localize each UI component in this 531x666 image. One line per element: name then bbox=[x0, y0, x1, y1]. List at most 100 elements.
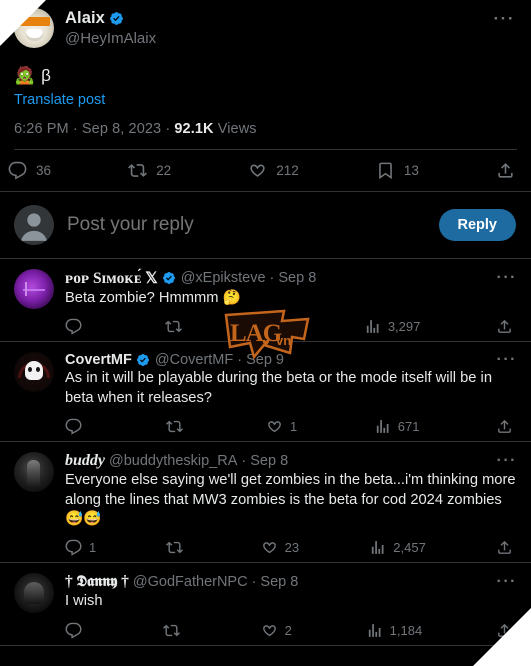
repost-action[interactable] bbox=[162, 622, 187, 639]
divider bbox=[0, 644, 531, 646]
reply-author-handle[interactable]: @xEpiksteve bbox=[181, 270, 266, 286]
reply-action[interactable] bbox=[65, 318, 89, 335]
like-icon bbox=[261, 539, 278, 556]
reply-author-name[interactable]: buddy bbox=[65, 452, 105, 470]
repost-icon bbox=[166, 539, 184, 556]
reply-author-handle[interactable]: @buddytheskip_RA bbox=[109, 453, 237, 469]
verified-badge-icon bbox=[162, 271, 177, 286]
reply-icon bbox=[65, 622, 82, 639]
views-count: 3,297 bbox=[387, 319, 421, 335]
views-action[interactable]: 671 bbox=[374, 418, 420, 435]
bookmark-action[interactable]: 13 bbox=[376, 161, 419, 180]
share-action[interactable] bbox=[496, 161, 515, 180]
reply-text: As in it will be playable during the bet… bbox=[65, 370, 492, 406]
reply-icon bbox=[65, 539, 82, 556]
separator: · bbox=[237, 352, 243, 369]
repost-action[interactable] bbox=[164, 318, 189, 335]
author-handle: @HeyImAlaix bbox=[65, 29, 157, 47]
views-count: 2,457 bbox=[393, 540, 426, 556]
separator: · bbox=[241, 453, 247, 470]
like-icon bbox=[261, 622, 278, 639]
views-icon bbox=[366, 622, 383, 639]
reply-action[interactable]: 1 bbox=[65, 539, 96, 556]
share-action[interactable] bbox=[496, 418, 513, 435]
reply-date[interactable]: Sep 8 bbox=[250, 453, 288, 469]
post-author-row: Alaix @HeyImAlaix ··· bbox=[14, 8, 517, 48]
reply-item[interactable]: ᴘᴏᴘ Sɪᴍᴏᴋᴇ́ 𝕏 @xEpiksteve · Sep 8 ··· Beta zo… bbox=[0, 259, 531, 341]
repost-count: 22 bbox=[156, 162, 172, 178]
views-icon bbox=[364, 318, 381, 335]
share-action[interactable] bbox=[496, 318, 513, 335]
repost-action[interactable]: 22 bbox=[128, 161, 171, 180]
translate-post-link[interactable]: Translate post bbox=[14, 92, 517, 108]
like-action[interactable]: 2 bbox=[261, 622, 292, 639]
reply-item[interactable]: † 𝕯𝖆𝖓𝖓𝖞 † @GodFatherNPC · Sep 8 ··· I wish 2 1,… bbox=[0, 563, 531, 644]
repost-icon bbox=[128, 161, 148, 180]
avatar[interactable] bbox=[14, 8, 54, 48]
reply-author-name[interactable]: † 𝕯𝖆𝖓𝖓𝖞 † bbox=[65, 573, 129, 591]
share-icon bbox=[496, 318, 513, 335]
like-icon bbox=[266, 418, 283, 435]
post-text-content: β bbox=[41, 66, 51, 85]
avatar[interactable] bbox=[14, 452, 54, 493]
views-action[interactable]: 3,297 bbox=[364, 318, 421, 335]
reply-icon bbox=[65, 418, 82, 435]
reply-date[interactable]: Sep 8 bbox=[260, 574, 298, 590]
views-action[interactable]: 1,184 bbox=[366, 622, 423, 639]
post-text: 🧟 β bbox=[14, 65, 517, 88]
more-options-icon[interactable]: ··· bbox=[497, 574, 517, 590]
avatar[interactable] bbox=[14, 352, 54, 393]
like-action[interactable] bbox=[264, 318, 288, 335]
more-options-icon[interactable]: ··· bbox=[497, 453, 517, 469]
views-label: Views bbox=[213, 120, 257, 137]
replies-list: ᴘᴏᴘ Sɪᴍᴏᴋᴇ́ 𝕏 @xEpiksteve · Sep 8 ··· Beta zo… bbox=[0, 259, 531, 646]
share-action[interactable] bbox=[496, 622, 513, 639]
views-count: 92.1K bbox=[174, 120, 214, 137]
like-count: 2 bbox=[284, 622, 292, 638]
more-options-icon[interactable]: ··· bbox=[497, 352, 517, 368]
like-icon bbox=[264, 318, 281, 335]
bookmark-count: 13 bbox=[403, 162, 419, 178]
reply-button[interactable]: Reply bbox=[438, 208, 516, 241]
reply-author-handle[interactable]: @GodFatherNPC bbox=[133, 574, 248, 590]
reply-input[interactable] bbox=[67, 213, 439, 236]
reply-author-handle[interactable]: @CovertMF bbox=[155, 352, 233, 368]
reply-text: Beta zombie? Hmmmm 🤔 bbox=[65, 289, 241, 306]
reply-content: ᴘᴏᴘ Sɪᴍᴏᴋᴇ́ 𝕏 @xEpiksteve · Sep 8 ··· Beta zo… bbox=[65, 269, 517, 335]
reply-content: CovertMF @CovertMF · Sep 9 ··· As in it will … bbox=[65, 352, 517, 435]
reply-action[interactable]: 36 bbox=[8, 161, 51, 180]
views-count: 1,184 bbox=[389, 622, 423, 638]
like-action[interactable]: 1 bbox=[266, 418, 297, 435]
share-action[interactable] bbox=[496, 539, 513, 556]
reply-author-name[interactable]: ᴘᴏᴘ Sɪᴍᴏᴋᴇ́ 𝕏 bbox=[65, 269, 158, 288]
views-count: 671 bbox=[397, 419, 420, 435]
reply-action[interactable] bbox=[65, 418, 89, 435]
reply-engagement-bar: 2 1,184 bbox=[65, 622, 517, 639]
views-action[interactable]: 2,457 bbox=[369, 539, 426, 556]
post-timestamp-views: 6:26 PM · Sep 8, 2023 · 92.1K Views bbox=[14, 121, 517, 137]
share-icon bbox=[496, 539, 513, 556]
reply-item[interactable]: CovertMF @CovertMF · Sep 9 ··· As in it will … bbox=[0, 342, 531, 441]
reply-item[interactable]: buddy @buddytheskip_RA · Sep 8 ··· Everyone e… bbox=[0, 442, 531, 562]
reply-date[interactable]: Sep 9 bbox=[246, 352, 284, 368]
page-title[interactable]: Alaix bbox=[65, 9, 105, 28]
repost-icon bbox=[164, 318, 182, 335]
avatar[interactable] bbox=[14, 268, 54, 309]
like-action[interactable]: 23 bbox=[261, 539, 299, 556]
timestamp: 6:26 PM · Sep 8, 2023 · bbox=[14, 120, 175, 137]
reply-composer: Reply bbox=[0, 192, 531, 258]
more-options-icon[interactable]: ··· bbox=[494, 8, 517, 27]
repost-icon bbox=[165, 418, 183, 435]
avatar[interactable] bbox=[14, 573, 54, 614]
reply-author-name[interactable]: CovertMF bbox=[65, 352, 132, 368]
verified-badge-icon bbox=[136, 353, 151, 368]
engagement-bar: 36 22 212 13 bbox=[0, 150, 531, 191]
reply-author-row: CovertMF @CovertMF · Sep 9 ··· bbox=[65, 352, 517, 369]
repost-action[interactable] bbox=[166, 539, 190, 556]
like-action[interactable]: 212 bbox=[248, 161, 299, 180]
reply-date[interactable]: Sep 8 bbox=[278, 270, 316, 286]
reply-content: buddy @buddytheskip_RA · Sep 8 ··· Everyone e… bbox=[65, 452, 517, 556]
more-options-icon[interactable]: ··· bbox=[497, 270, 517, 286]
reply-action[interactable] bbox=[65, 622, 89, 639]
repost-action[interactable] bbox=[165, 418, 190, 435]
